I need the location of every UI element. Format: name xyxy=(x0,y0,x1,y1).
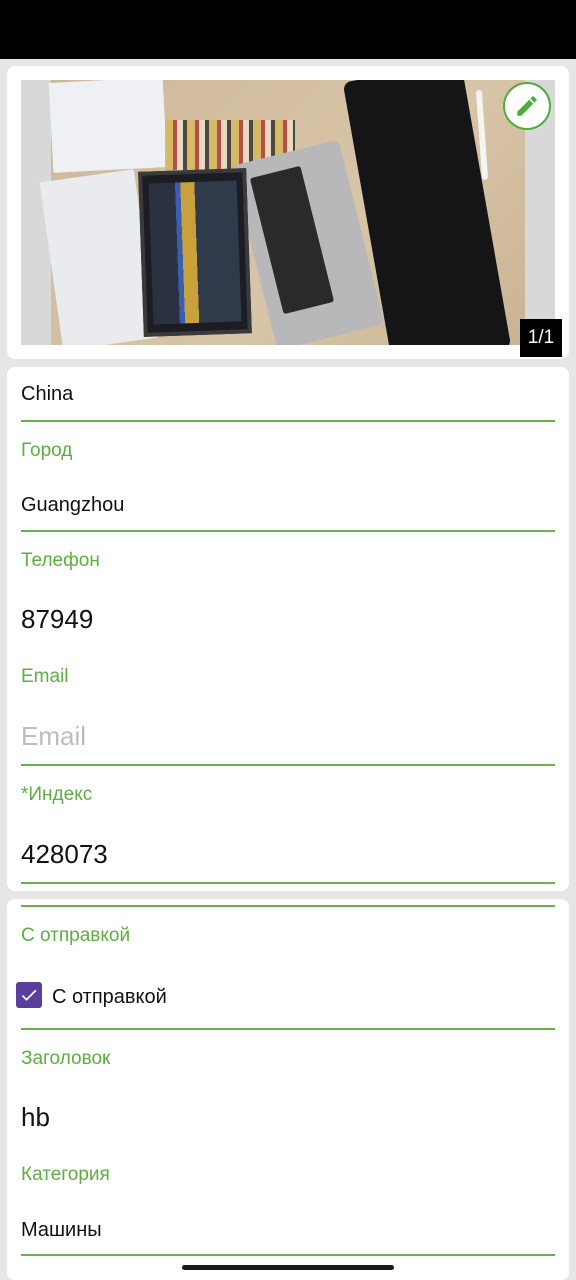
status-bar xyxy=(0,0,576,59)
phone-field[interactable]: 87949 xyxy=(21,604,93,635)
category-label: Категория xyxy=(21,1164,110,1185)
email-underline xyxy=(21,764,555,766)
edit-photo-button[interactable] xyxy=(503,82,551,130)
zip-underline xyxy=(21,882,555,884)
title-label: Заголовок xyxy=(21,1048,111,1069)
phone-label: Телефон xyxy=(21,550,100,571)
listing-photo[interactable] xyxy=(21,80,555,345)
category-field[interactable]: Машины xyxy=(21,1219,102,1242)
email-field[interactable]: Email xyxy=(21,721,86,752)
photo-card: 1/1 xyxy=(7,66,569,359)
home-indicator[interactable] xyxy=(182,1265,394,1270)
top-underline xyxy=(21,905,555,907)
pencil-icon xyxy=(517,96,537,116)
city-underline xyxy=(21,530,555,532)
city-label: Город xyxy=(21,440,73,461)
zip-label: *Индекс xyxy=(21,784,93,805)
photo-counter: 1/1 xyxy=(520,319,562,357)
email-label: Email xyxy=(21,666,69,687)
shipping-underline xyxy=(21,1028,555,1030)
country-underline xyxy=(21,420,555,422)
shipping-checkbox[interactable] xyxy=(16,982,42,1008)
city-field[interactable]: Guangzhou xyxy=(21,494,124,517)
zip-field[interactable]: 428073 xyxy=(21,839,108,870)
address-card: China Город Guangzhou Телефон 87949 Emai… xyxy=(7,367,569,891)
title-field[interactable]: hb xyxy=(21,1102,50,1133)
category-underline xyxy=(21,1254,555,1256)
check-icon xyxy=(21,989,37,1001)
shipping-checkbox-label[interactable]: С отправкой xyxy=(52,986,167,1009)
post-details-card: С отправкой С отправкой Заголовок hb Кат… xyxy=(7,899,569,1280)
shipping-label: С отправкой xyxy=(21,925,131,946)
country-field[interactable]: China xyxy=(21,383,73,406)
